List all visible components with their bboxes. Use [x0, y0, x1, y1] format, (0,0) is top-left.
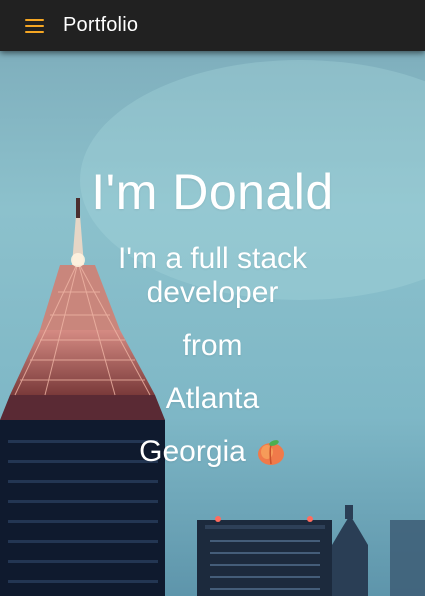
hero-section: I'm Donald I'm a full stack developer fr… [0, 0, 425, 596]
hero-name-heading: I'm Donald [91, 164, 334, 220]
hero-state-text: Georgia [139, 435, 246, 468]
app-title[interactable]: Portfolio [63, 14, 138, 37]
app-bar: Portfolio [0, 0, 425, 51]
hero-role-text: I'm a full stack developer [117, 242, 308, 309]
hamburger-menu-icon[interactable] [25, 18, 47, 34]
hero-state-line: Georgia [139, 435, 286, 469]
peach-icon [257, 440, 284, 465]
hero-city-text: Atlanta [165, 382, 260, 415]
hero-from-text: from [182, 329, 243, 362]
hero-text: I'm Donald I'm a full stack developer fr… [0, 162, 425, 469]
